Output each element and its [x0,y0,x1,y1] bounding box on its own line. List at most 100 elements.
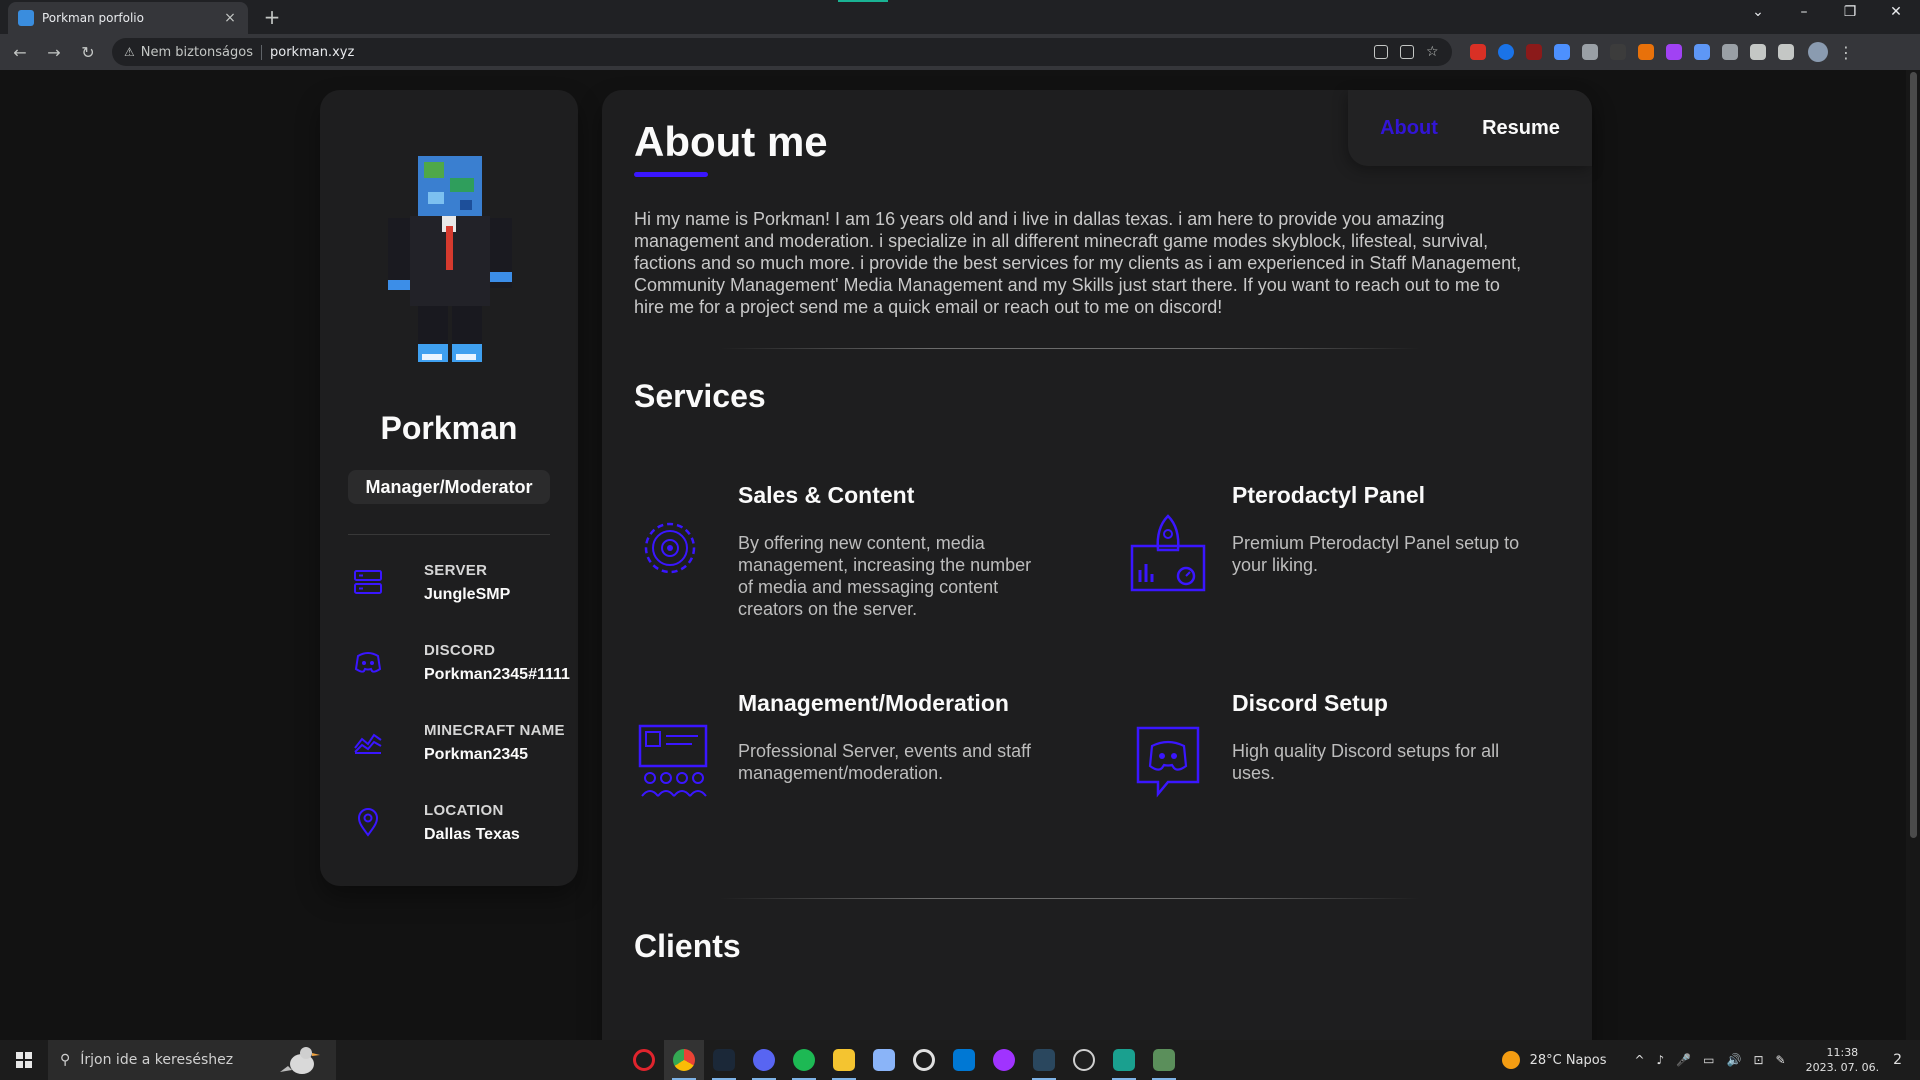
search-placeholder[interactable]: Írjon ide a kereséshez [80,1052,233,1068]
security-status[interactable]: Nem biztonságos [141,44,262,60]
discord-chat-icon [1136,726,1200,798]
audio-device-icon[interactable]: ♪ [1657,1053,1665,1067]
tray-overflow-icon[interactable]: ^ [1634,1053,1644,1067]
file-explorer-app-icon[interactable] [824,1040,864,1080]
new-tab-button[interactable]: + [260,5,284,29]
steam-app-icon[interactable] [1024,1040,1064,1080]
tab-close-icon[interactable]: × [222,10,238,26]
app-icon[interactable] [1064,1040,1104,1080]
weather-sun-icon[interactable] [1501,1051,1520,1069]
title-underline [634,172,708,177]
about-title: About me [634,118,828,165]
service-description: Professional Server, events and staff ma… [738,741,1031,783]
profile-name: Porkman [380,410,518,446]
url-text[interactable]: porkman.xyz [270,45,354,60]
contact-label: MINECRAFT NAME [424,722,565,739]
start-button[interactable] [0,1040,48,1080]
bookmark-star-icon[interactable]: ☆ [1426,45,1440,59]
system-clock[interactable]: 11:38 2023. 07. 06. [1806,1045,1879,1075]
camera-extension-icon[interactable] [1722,44,1738,60]
tab-list-icon[interactable]: ⌄ [1746,4,1770,20]
site-favicon-icon [18,10,34,26]
contact-server: SERVER JungleSMP [352,560,572,614]
pen-icon[interactable]: ✎ [1776,1053,1786,1067]
extension-icon[interactable] [1526,44,1542,60]
discord-app-icon[interactable] [744,1040,784,1080]
nav-about-link[interactable]: About [1380,117,1438,140]
team-board-icon [638,724,708,797]
taskbar-search[interactable]: ⚲ Írjon ide a kereséshez [48,1040,336,1080]
volume-icon[interactable]: 🔊 [1727,1053,1742,1067]
warning-icon[interactable]: ⚠ [124,45,135,59]
nav-resume-link[interactable]: Resume [1482,117,1560,140]
chrome-app-icon[interactable] [664,1040,704,1080]
side-panel-icon[interactable] [1778,44,1794,60]
share-icon[interactable] [1400,45,1414,59]
display-icon[interactable]: ⊡ [1753,1053,1763,1067]
section-divider [720,348,1420,349]
service-description: High quality Discord setups for all uses… [1232,741,1500,783]
sidebar-divider [348,534,550,535]
clock-time: 11:38 [1826,1046,1859,1059]
spotify-app-icon[interactable] [784,1040,824,1080]
steam-app-icon[interactable] [704,1040,744,1080]
service-card: Pterodactyl Panel Premium Pterodactyl Pa… [1128,482,1548,632]
app-icon[interactable] [1104,1040,1144,1080]
weather-text[interactable]: 28°C Napos [1530,1053,1607,1068]
service-title: Pterodactyl Panel [1232,482,1426,508]
contact-label: LOCATION [424,802,504,819]
section-divider [720,898,1420,899]
reload-button[interactable]: ↻ [74,43,102,62]
notification-count[interactable]: 2 [1893,1052,1902,1068]
contact-discord: DISCORD Porkman2345#1111 [352,640,572,694]
close-window-button[interactable]: ✕ [1884,4,1908,20]
back-button[interactable]: ← [6,43,34,62]
opera-app-icon[interactable] [624,1040,664,1080]
app-icon[interactable] [1144,1040,1184,1080]
restore-button[interactable]: ❐ [1838,4,1862,20]
vscode-app-icon[interactable] [944,1040,984,1080]
service-card: Discord Setup High quality Discord setup… [1128,690,1548,840]
extension-icon[interactable] [1666,44,1682,60]
rocket-icon [1130,514,1206,592]
extension-icon[interactable] [1638,44,1654,60]
steelseries-app-icon[interactable] [904,1040,944,1080]
search-icon: ⚲ [60,1052,71,1068]
app-icon[interactable] [864,1040,904,1080]
extension-icon[interactable] [1554,44,1570,60]
clients-title: Clients [634,928,741,964]
forward-button[interactable]: → [40,43,68,62]
menu-kebab-icon[interactable]: ⋮ [1838,43,1854,62]
profile-avatar-icon[interactable] [1808,42,1828,62]
contact-value: Porkman2345#1111 [424,666,570,683]
extension-icon[interactable] [1610,44,1626,60]
puzzle-extensions-icon[interactable] [1750,44,1766,60]
browser-tab-bar: Porkman porfolio × + ⌄ – ❐ ✕ [0,0,1920,34]
page-scrollbar[interactable] [1906,70,1920,1040]
translate-icon[interactable] [1374,45,1388,59]
windows-taskbar: ⚲ Írjon ide a kereséshez 28°C Napos ^ ♪ … [0,1040,1920,1080]
service-title: Management/Moderation [738,690,1009,716]
microphone-icon[interactable]: 🎤 [1676,1053,1691,1067]
contact-value: JungleSMP [424,586,511,603]
contact-location: LOCATION Dallas Texas [352,800,572,854]
service-description: By offering new content, media managemen… [738,533,1032,619]
location-pin-icon [357,808,379,837]
clock-date: 2023. 07. 06. [1805,1061,1880,1074]
browser-tab[interactable]: Porkman porfolio × [8,2,248,34]
main-content: About Resume About me Hi my name is Pork… [602,90,1592,1040]
web-page: Porkman Manager/Moderator SERVER JungleS… [0,70,1920,1040]
service-title: Sales & Content [738,482,915,508]
adblock-extension-icon[interactable] [1470,44,1486,60]
scrollbar-thumb[interactable] [1910,72,1917,838]
minimize-button[interactable]: – [1792,4,1816,20]
extension-icon[interactable] [1582,44,1598,60]
contact-label: DISCORD [424,642,496,659]
address-bar[interactable]: ⚠ Nem biztonságos porkman.xyz ☆ [112,38,1452,66]
extension-icon[interactable] [1694,44,1710,60]
extension-icon[interactable] [1498,44,1514,60]
messenger-app-icon[interactable] [984,1040,1024,1080]
network-icon[interactable]: ▭ [1703,1053,1714,1067]
contact-minecraft: MINECRAFT NAME Porkman2345 [352,720,572,774]
contact-value: Dallas Texas [424,826,520,843]
